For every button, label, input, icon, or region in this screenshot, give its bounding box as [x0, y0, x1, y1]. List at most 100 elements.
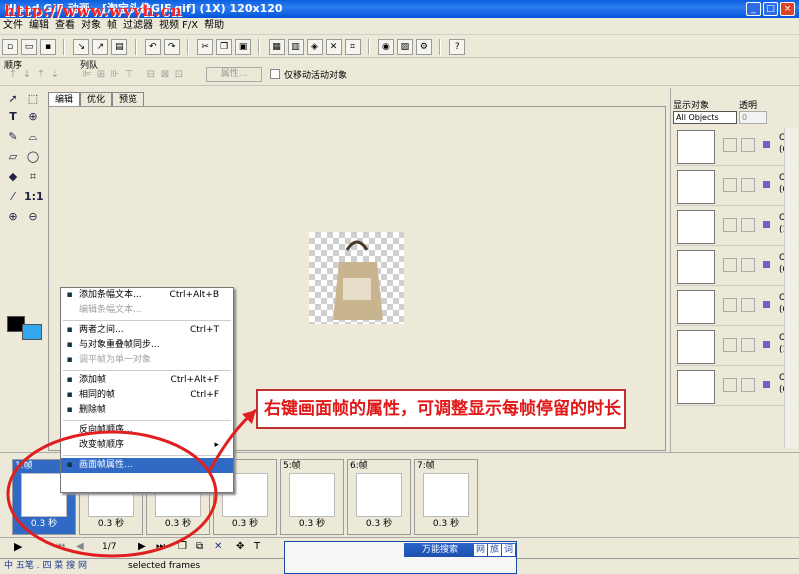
banner-toolbar-icon[interactable]: T: [254, 541, 260, 552]
transform-tool-icon[interactable]: ⊕: [24, 108, 42, 126]
object-lock-checkbox[interactable]: [741, 138, 755, 152]
ime-travel-button[interactable]: 旅: [488, 544, 501, 556]
menu-edit[interactable]: 编辑: [26, 18, 52, 34]
menu-object[interactable]: 对象: [78, 18, 104, 34]
send-back-icon[interactable]: ↓: [20, 69, 34, 81]
distribute-v-icon[interactable]: ⊠: [158, 69, 172, 81]
context-menu-item[interactable]: ▪ 相同的帧 Ctrl+F: [61, 388, 233, 403]
ime-dict-button[interactable]: 词: [502, 544, 515, 556]
image-canvas[interactable]: [309, 232, 404, 324]
add-frame-toolbar-icon[interactable]: ❐: [178, 541, 187, 552]
move-active-checkbox[interactable]: [270, 69, 280, 79]
context-menu-item[interactable]: ▪ 添加帧 Ctrl+Alt+F: [61, 373, 233, 388]
object-visible-checkbox[interactable]: [723, 258, 737, 272]
web-icon[interactable]: ▨: [396, 39, 413, 55]
text-tool-icon[interactable]: T: [4, 108, 22, 126]
zoom-out-icon[interactable]: ⊖: [24, 208, 42, 226]
context-menu-item[interactable]: ▪ 与对象重叠帧同步...: [61, 338, 233, 353]
settings-icon[interactable]: ⚙: [415, 39, 432, 55]
object-lock-checkbox[interactable]: [741, 258, 755, 272]
context-menu-item[interactable]: ▪ 调平帧为单一对象: [61, 353, 233, 368]
lasso-tool-icon[interactable]: ⌓: [24, 128, 42, 146]
crop-tool-icon[interactable]: ⌗: [24, 168, 42, 186]
distribute-h-icon[interactable]: ⊟: [144, 69, 158, 81]
objects-filter-select[interactable]: All Objects: [673, 111, 737, 124]
object-lock-checkbox[interactable]: [741, 178, 755, 192]
first-frame-icon[interactable]: ⏮: [56, 541, 65, 552]
paste-icon[interactable]: ▣: [235, 39, 252, 55]
ime-web-button[interactable]: 网: [474, 544, 487, 556]
frame-icon[interactable]: ▦: [268, 39, 285, 55]
context-menu-item[interactable]: ▪ 画面帧属性...: [61, 458, 233, 473]
object-row[interactable]: Obj(16: [675, 328, 799, 366]
ime-search-label[interactable]: 万能搜索: [422, 543, 458, 557]
import-icon[interactable]: ↘: [73, 39, 90, 55]
align-center-icon[interactable]: ⊞: [94, 69, 108, 81]
browser-icon[interactable]: ◉: [377, 39, 394, 55]
ellipse-tool-icon[interactable]: ◯: [24, 148, 42, 166]
actual-size-icon[interactable]: 1:1: [24, 188, 44, 206]
align-right-icon[interactable]: ⊪: [108, 69, 122, 81]
redo-icon[interactable]: ↷: [163, 39, 180, 55]
menu-file[interactable]: 文件: [0, 18, 26, 34]
align-top-icon[interactable]: ⊤: [122, 69, 136, 81]
maximize-button[interactable]: □: [763, 2, 778, 16]
copy-icon[interactable]: ❐: [216, 39, 233, 55]
object-row[interactable]: Obj(10: [675, 208, 799, 246]
frame-thumbnail[interactable]: 7:帧 0.3 秒: [414, 459, 478, 535]
layers-icon[interactable]: ▥: [287, 39, 304, 55]
cut-icon[interactable]: ✂: [197, 39, 214, 55]
object-lock-checkbox[interactable]: [741, 298, 755, 312]
save-icon[interactable]: ▪: [40, 39, 56, 55]
bring-front-icon[interactable]: ↑: [6, 69, 20, 81]
optimize-icon[interactable]: ◈: [306, 39, 323, 55]
object-list-scrollbar[interactable]: [784, 128, 798, 448]
menu-help[interactable]: 帮助: [201, 18, 227, 34]
object-row[interactable]: Obj(0,: [675, 128, 799, 166]
zoom-in-icon[interactable]: ⊕: [4, 208, 22, 226]
eraser-tool-icon[interactable]: ▱: [4, 148, 22, 166]
menu-frame[interactable]: 帧: [104, 18, 120, 34]
object-visible-checkbox[interactable]: [723, 298, 737, 312]
menu-view[interactable]: 查看: [52, 18, 78, 34]
backward-icon[interactable]: ⇣: [48, 69, 62, 81]
new-icon[interactable]: ▫: [2, 39, 18, 55]
tab-edit[interactable]: 编辑: [48, 92, 81, 107]
duplicate-frame-toolbar-icon[interactable]: ⧉: [196, 541, 203, 552]
object-visible-checkbox[interactable]: [723, 378, 737, 392]
object-visible-checkbox[interactable]: [723, 218, 737, 232]
object-row[interactable]: Obj(0,: [675, 168, 799, 206]
undo-icon[interactable]: ↶: [144, 39, 161, 55]
opacity-input[interactable]: 0: [739, 111, 767, 124]
object-row[interactable]: Obj(0,: [675, 288, 799, 326]
help-icon[interactable]: ?: [449, 39, 466, 55]
tween-tool-icon[interactable]: ✕: [325, 39, 342, 55]
open-icon[interactable]: ▭: [21, 39, 37, 55]
object-lock-checkbox[interactable]: [741, 378, 755, 392]
menu-video-fx[interactable]: 视频 F/X: [156, 18, 201, 34]
ime-indicator[interactable]: 中 五笔 . 四 菜 搜 网: [4, 559, 87, 574]
properties-button[interactable]: 属性...: [206, 67, 262, 82]
brush-tool-icon[interactable]: ✎: [4, 128, 22, 146]
object-lock-checkbox[interactable]: [741, 338, 755, 352]
object-row[interactable]: Obj(0,: [675, 248, 799, 286]
last-frame-icon[interactable]: ⏭: [156, 541, 165, 552]
frame-thumbnail[interactable]: 6:帧 0.3 秒: [347, 459, 411, 535]
background-color-swatch[interactable]: [22, 324, 42, 340]
preview-icon[interactable]: ▤: [111, 39, 128, 55]
tween-toolbar-icon[interactable]: ✥: [236, 541, 244, 552]
context-menu-item[interactable]: 改变帧顺序 ▸: [61, 438, 233, 453]
export-icon[interactable]: ↗: [92, 39, 109, 55]
align-left-icon[interactable]: ⊫: [80, 69, 94, 81]
frame-thumbnail[interactable]: 5:帧 0.3 秒: [280, 459, 344, 535]
next-frame-icon[interactable]: ▶: [138, 541, 146, 552]
context-menu-item[interactable]: 编辑条幅文本...: [61, 303, 233, 318]
fill-tool-icon[interactable]: ◆: [4, 168, 22, 186]
eyedropper-tool-icon[interactable]: ⁄: [4, 188, 22, 206]
menu-filter[interactable]: 过滤器: [120, 18, 156, 34]
object-visible-checkbox[interactable]: [723, 338, 737, 352]
object-visible-checkbox[interactable]: [723, 138, 737, 152]
minimize-button[interactable]: _: [746, 2, 761, 16]
pointer-tool-icon[interactable]: ➚: [4, 90, 22, 108]
distribute-c-icon[interactable]: ⊡: [172, 69, 186, 81]
